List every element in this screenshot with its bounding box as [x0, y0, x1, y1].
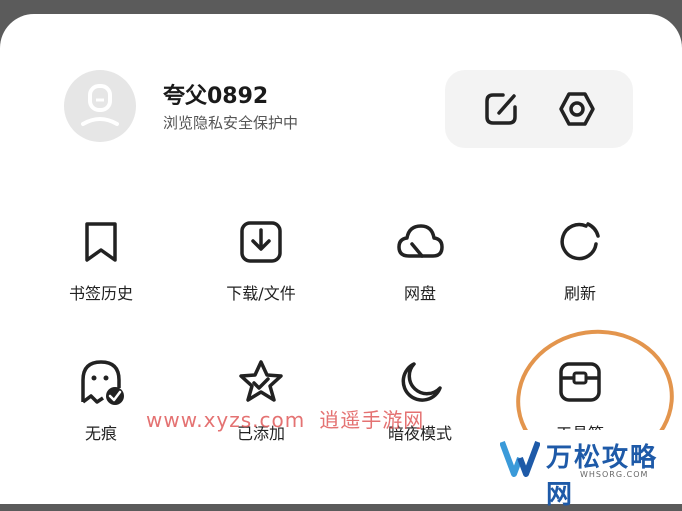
menu-item-label: 刷新 [563, 284, 596, 303]
watermark: www.xyzs.com 逍遥手游网 [146, 404, 424, 433]
menu-item-label: 网盘 [403, 284, 436, 303]
settings-button[interactable] [557, 89, 597, 129]
menu-item-cloud-drive[interactable]: 网盘 [360, 218, 480, 318]
bookmark-icon [85, 222, 117, 262]
logo-mark-icon [500, 440, 540, 477]
edit-button[interactable] [481, 89, 521, 129]
profile-actions [445, 70, 633, 148]
menu-item-label: 下载/文件 [226, 284, 296, 303]
menu-item-refresh[interactable]: 刷新 [520, 218, 640, 318]
moon-icon [401, 362, 442, 402]
ghost-icon [81, 360, 124, 405]
settings-icon [559, 92, 595, 126]
menu-item-bookmarks[interactable]: 书签历史 [41, 218, 161, 318]
privacy-status: 浏览隐私安全保护中 [163, 114, 299, 132]
username: 夸父0892 [163, 84, 269, 109]
logo-subtext: WHSORG.COM [580, 470, 649, 479]
watermark-url: www.xyzs.com [146, 408, 306, 432]
menu-item-downloads[interactable]: 下载/文件 [201, 218, 321, 318]
cloud-icon [397, 224, 444, 258]
star-icon [239, 360, 283, 402]
menu-item-incognito[interactable]: 无痕 [41, 358, 161, 458]
watermark-site: 逍遥手游网 [319, 408, 425, 432]
menu-item-label: 无痕 [84, 424, 117, 443]
user-icon [81, 84, 119, 126]
avatar[interactable] [64, 70, 136, 142]
edit-icon [485, 93, 517, 125]
menu-item-label: 书签历史 [68, 284, 133, 303]
refresh-icon [560, 222, 600, 261]
download-icon [240, 221, 282, 263]
site-logo: 万松攻略网 WHSORG.COM [480, 430, 682, 510]
